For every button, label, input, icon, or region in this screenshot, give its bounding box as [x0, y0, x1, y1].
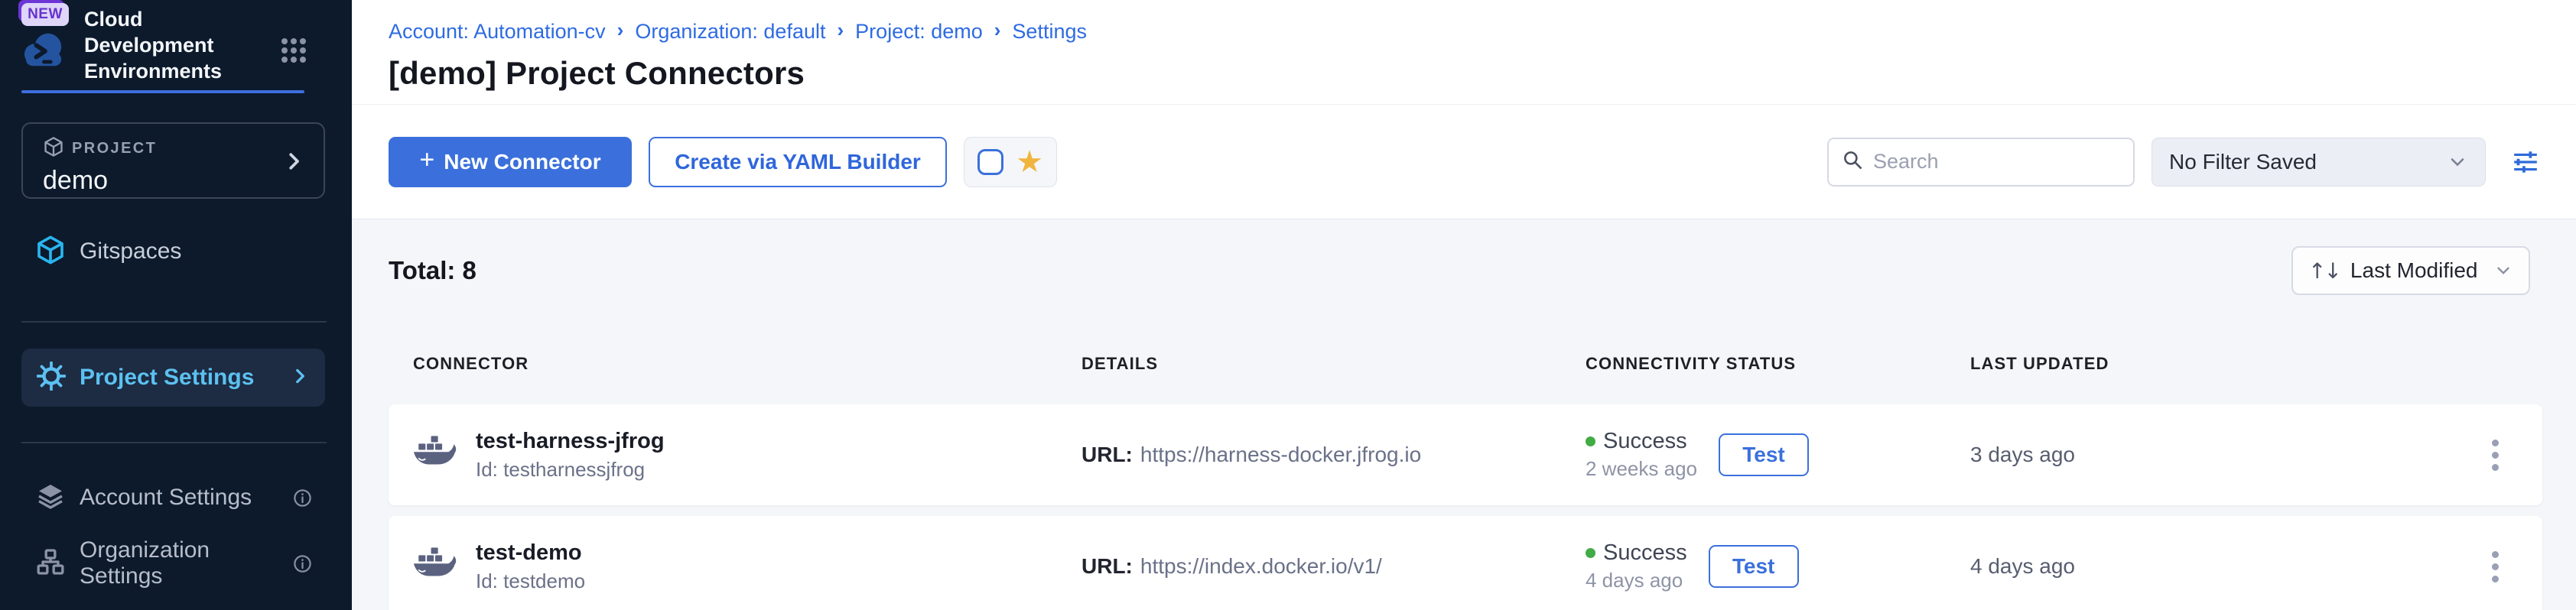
chevron-right-icon [282, 150, 305, 177]
page-title: [demo] Project Connectors [389, 55, 2576, 92]
breadcrumb-separator-icon: › [838, 18, 844, 42]
sidebar-divider [21, 442, 327, 443]
connector-row[interactable]: test-harness-jfrog Id: testharnessjfrog … [389, 404, 2542, 505]
gitspaces-cube-icon [35, 235, 66, 269]
test-connection-button[interactable]: Test [1719, 433, 1809, 476]
docker-whale-icon [413, 435, 457, 475]
connector-id: Id: testdemo [476, 569, 585, 593]
sidebar-item-project-settings[interactable]: Project Settings [21, 349, 325, 407]
connector-url: https://harness-docker.jfrog.io [1140, 443, 1421, 467]
project-selector[interactable]: PROJECT demo [21, 122, 325, 199]
sort-dropdown[interactable]: ↑↓ Last Modified [2291, 246, 2530, 295]
create-via-yaml-builder-button[interactable]: Create via YAML Builder [649, 137, 947, 187]
project-label: PROJECT [72, 140, 157, 157]
favorites-checkbox[interactable] [977, 149, 1003, 175]
table-header: CONNECTOR DETAILS CONNECTIVITY STATUS LA… [389, 354, 2542, 374]
filter-sliders-icon[interactable] [2512, 151, 2539, 174]
column-header-connectivity-status: CONNECTIVITY STATUS [1586, 354, 1970, 374]
status-time: 4 days ago [1586, 569, 1687, 592]
saved-filter-value: No Filter Saved [2169, 150, 2317, 174]
sidebar-item-gitspaces[interactable]: Gitspaces [21, 229, 327, 274]
last-updated: 4 days ago [1970, 516, 2448, 610]
docker-whale-icon [413, 547, 457, 587]
favorites-filter-group: ★ [964, 137, 1057, 187]
breadcrumb-account-link[interactable]: Account: Automation-cv [389, 20, 606, 44]
connector-list-area: Total: 8 ↑↓ Last Modified CONNECTOR DETA… [352, 219, 2576, 610]
last-updated: 3 days ago [1970, 404, 2448, 505]
plus-icon: + [419, 145, 434, 175]
main-content: Account: Automation-cv › Organization: d… [352, 0, 2576, 610]
new-badge: NEW [21, 3, 69, 26]
sort-value: Last Modified [2350, 258, 2478, 283]
search-icon [1841, 148, 1864, 175]
breadcrumb-separator-icon: › [994, 18, 1001, 42]
new-connector-button[interactable]: + New Connector [389, 137, 632, 187]
status-text: Success [1603, 429, 1687, 454]
connector-url: https://index.docker.io/v1/ [1140, 554, 1382, 579]
status-text: Success [1603, 540, 1687, 566]
sidebar-item-label: Account Settings [80, 485, 252, 511]
sidebar-item-account-settings[interactable]: Account Settings [21, 475, 327, 520]
column-header-connector: CONNECTOR [389, 354, 1081, 374]
column-header-last-updated: LAST UPDATED [1970, 354, 2448, 374]
page-header: Account: Automation-cv › Organization: d… [352, 0, 2576, 105]
sidebar-item-label: Gitspaces [80, 238, 181, 264]
toolbar: + New Connector Create via YAML Builder … [352, 105, 2576, 219]
success-status-dot [1586, 436, 1595, 446]
brand-underline [21, 90, 304, 93]
breadcrumb-separator-icon: › [617, 18, 624, 42]
app-switcher-grid-icon[interactable] [281, 38, 306, 63]
sidebar-item-organization-settings[interactable]: Organization Settings [21, 541, 327, 586]
breadcrumb-settings-link[interactable]: Settings [1012, 20, 1087, 44]
breadcrumb-organization-link[interactable]: Organization: default [635, 20, 825, 44]
connector-id: Id: testharnessjfrog [476, 458, 665, 482]
gear-icon [37, 362, 66, 394]
breadcrumb-project-link[interactable]: Project: demo [855, 20, 983, 44]
status-time: 2 weeks ago [1586, 457, 1697, 481]
test-connection-button[interactable]: Test [1709, 545, 1799, 588]
breadcrumb: Account: Automation-cv › Organization: d… [389, 20, 2576, 44]
sort-arrows-icon: ↑↓ [2308, 258, 2340, 284]
total-count: Total: 8 [389, 256, 476, 285]
sidebar-divider [21, 321, 327, 323]
row-menu-dots-icon[interactable] [2484, 432, 2506, 479]
sidebar: NEW Cloud Development Environments [0, 0, 352, 610]
star-icon[interactable]: ★ [1016, 147, 1043, 177]
url-label: URL: [1081, 554, 1133, 579]
sidebar-item-label: Project Settings [80, 365, 254, 391]
chevron-down-icon [2493, 261, 2513, 281]
success-status-dot [1586, 548, 1595, 558]
project-cube-icon [43, 136, 64, 161]
chevron-right-icon [290, 366, 310, 390]
url-label: URL: [1081, 443, 1133, 467]
connector-name: test-harness-jfrog [476, 429, 665, 454]
project-name: demo [43, 166, 308, 196]
search-input[interactable] [1873, 150, 2121, 174]
connector-name: test-demo [476, 540, 585, 566]
row-menu-dots-icon[interactable] [2484, 543, 2506, 590]
cloud-dev-environments-logo [20, 29, 67, 74]
connector-row[interactable]: test-demo Id: testdemo URL: https://inde… [389, 516, 2542, 610]
app-root: NEW Cloud Development Environments [0, 0, 2576, 610]
chevron-down-icon [2447, 151, 2468, 173]
sidebar-item-label: Organization Settings [80, 537, 278, 589]
search-box [1827, 138, 2135, 187]
saved-filter-dropdown[interactable]: No Filter Saved [2152, 138, 2486, 187]
info-icon[interactable] [292, 553, 313, 574]
org-chart-gear-icon [35, 547, 66, 581]
column-header-details: DETAILS [1081, 354, 1586, 374]
brand-title: Cloud Development Environments [84, 6, 275, 84]
info-icon[interactable] [292, 488, 313, 508]
layers-gear-icon [35, 481, 66, 515]
